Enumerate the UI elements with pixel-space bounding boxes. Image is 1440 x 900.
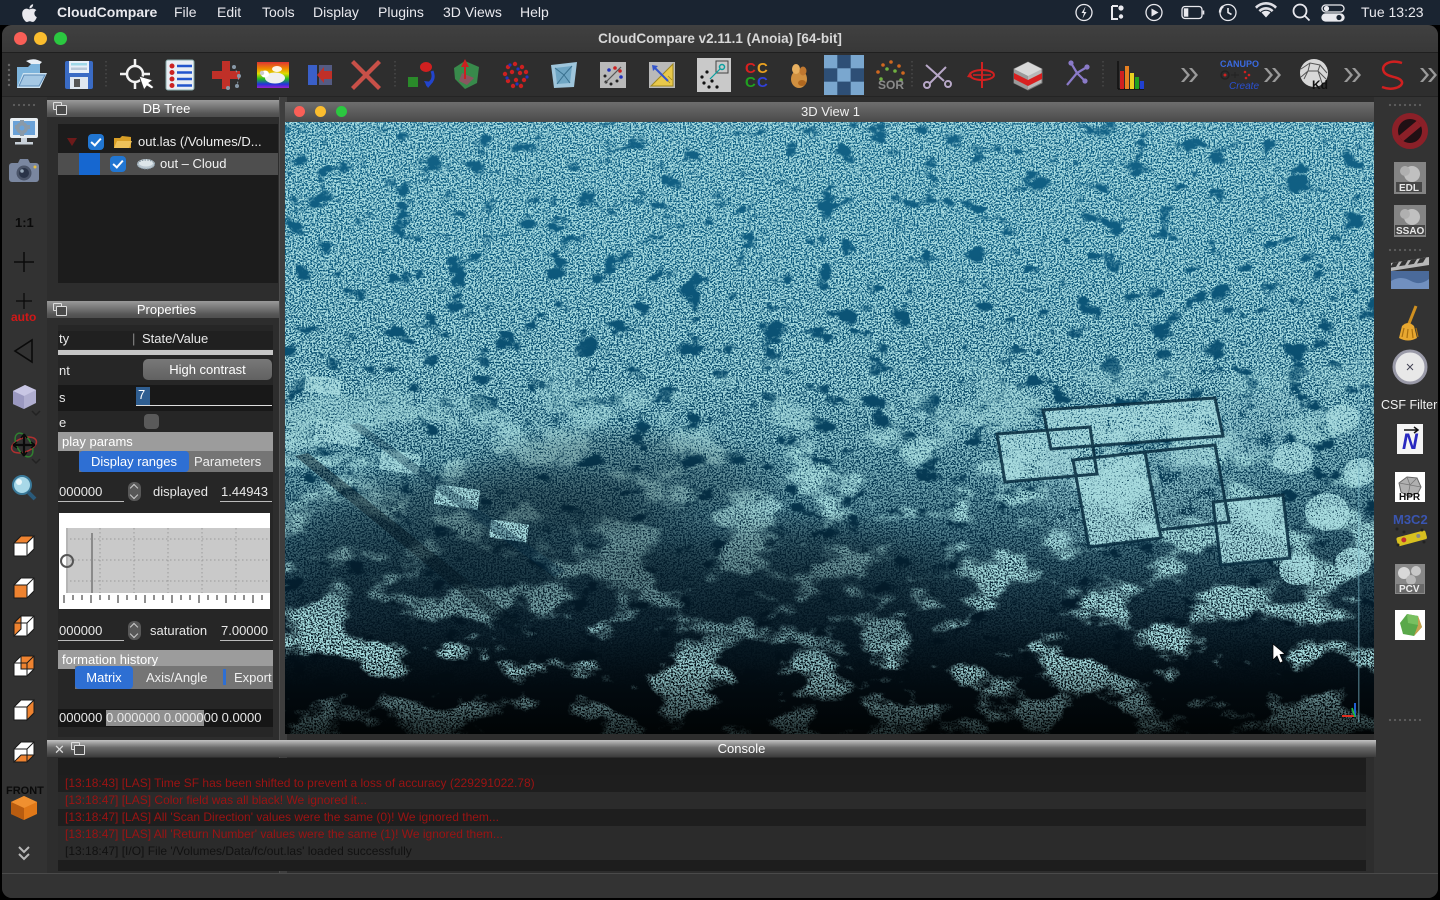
svg-text:M3C2: M3C2 [1393,512,1428,527]
svg-text:CANUPO: CANUPO [1220,59,1259,69]
svg-text:C: C [745,74,756,91]
svg-text:N: N [1402,429,1419,454]
svg-text:SSAO: SSAO [1396,226,1425,237]
svg-text:Kd: Kd [1312,78,1328,92]
svg-text:Create: Create [1229,81,1259,92]
svg-text:PCV: PCV [1399,584,1420,595]
svg-text:SOR: SOR [878,78,904,92]
svg-text:EDL: EDL [1399,183,1419,194]
svg-text:HPR: HPR [1399,492,1421,503]
svg-text:auto: auto [11,310,36,324]
svg-text:CSF Filter: CSF Filter [1381,398,1437,412]
svg-text:C: C [757,74,768,91]
svg-text:FRONT: FRONT [6,785,44,797]
svg-text:1:1: 1:1 [15,215,34,230]
